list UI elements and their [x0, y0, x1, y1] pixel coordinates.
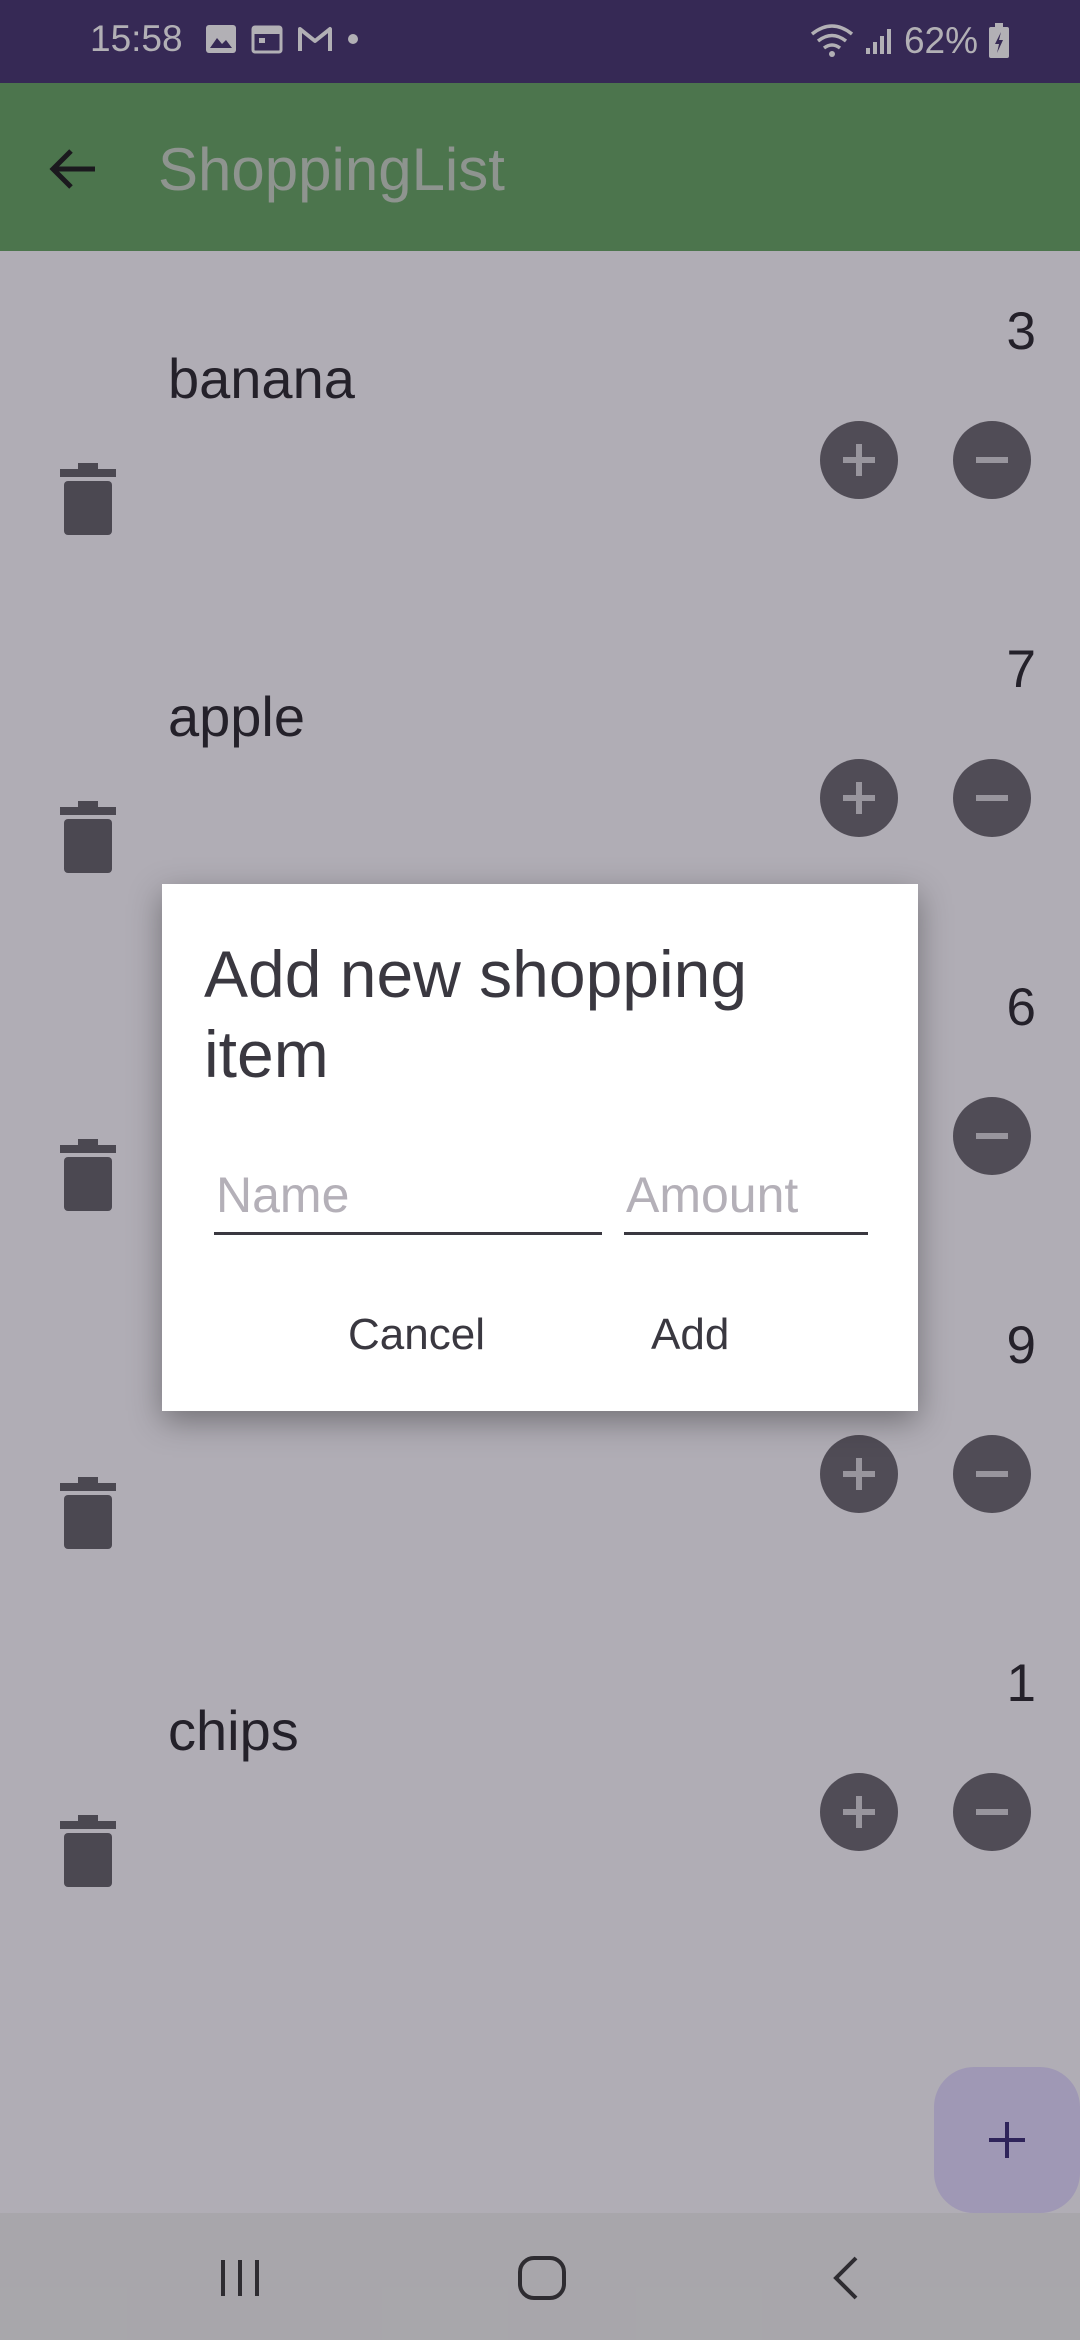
- dialog-title: Add new shopping item: [204, 937, 748, 1091]
- name-input[interactable]: [214, 1166, 604, 1224]
- add-button[interactable]: Add: [651, 1310, 729, 1360]
- cancel-button[interactable]: Cancel: [348, 1310, 485, 1360]
- name-field: [214, 1166, 604, 1235]
- amount-field: [624, 1166, 870, 1235]
- amount-input[interactable]: [624, 1166, 870, 1224]
- add-item-dialog: Add new shopping item Cancel Add: [162, 884, 918, 1411]
